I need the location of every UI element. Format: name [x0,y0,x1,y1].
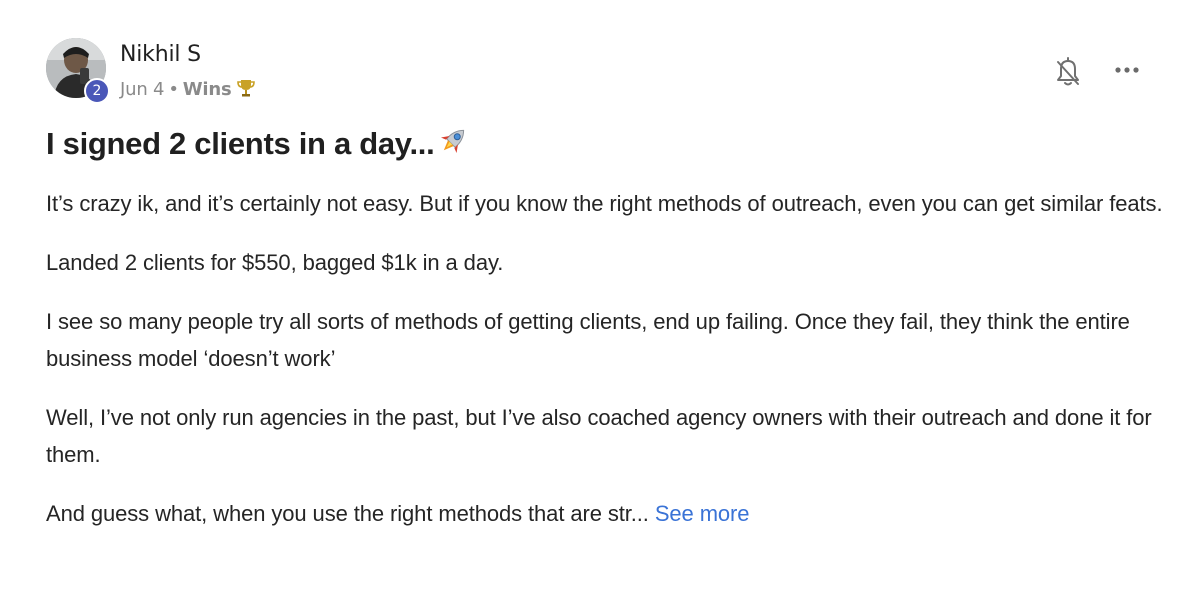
bell-off-icon[interactable] [1054,56,1082,88]
author-avatar-container[interactable]: 2 [46,38,110,104]
author-name[interactable]: Nikhil S [120,42,201,67]
more-horizontal-icon[interactable] [1113,62,1141,78]
see-more-link[interactable]: See more [655,501,750,526]
trophy-icon [236,78,256,103]
post-paragraph: It’s crazy ik, and it’s certainly not ea… [46,191,1163,216]
post-meta: Jun 4 • Wins [120,78,256,103]
post-paragraph: Landed 2 clients for $550, bagged $1k in… [46,250,504,275]
post-header: 2 Nikhil S Jun 4 • Wins [46,38,1156,104]
post-category[interactable]: Wins [183,79,232,100]
rocket-icon [436,124,470,166]
post-paragraph: I see so many people try all sorts of me… [46,309,1130,371]
post-title-container[interactable]: I signed 2 clients in a day... [46,124,470,166]
post-title: I signed 2 clients in a day... [46,126,435,161]
post-date[interactable]: Jun 4 [120,79,165,100]
level-badge: 2 [84,78,110,104]
post-card: 2 Nikhil S Jun 4 • Wins I signed 2 clien… [0,0,1200,592]
truncated-text: And guess what, when you use the right m… [46,501,649,526]
post-paragraph: Well, I’ve not only run agencies in the … [46,405,1152,467]
meta-separator: • [168,79,179,100]
post-body: It’s crazy ik, and it’s certainly not ea… [46,185,1166,554]
post-paragraph-truncated: And guess what, when you use the right m… [46,495,1166,532]
